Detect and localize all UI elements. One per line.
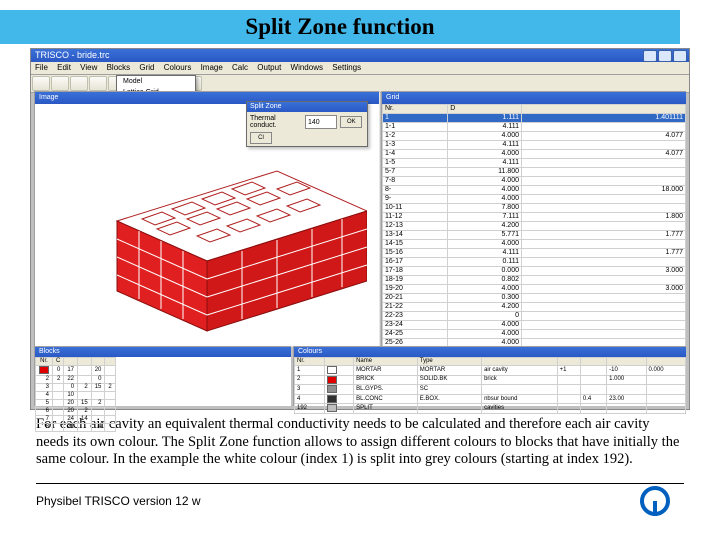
close-button[interactable] xyxy=(673,50,687,62)
app-window: TRISCO - bride.trc File Edit View Blocks… xyxy=(30,48,690,410)
grid-row[interactable]: 24-254.000 xyxy=(383,330,686,339)
col-d: D xyxy=(448,105,522,114)
col-nr: Nr. xyxy=(383,105,448,114)
toolbar-button[interactable] xyxy=(70,76,88,91)
grid-row[interactable]: 8-4.00018.000 xyxy=(383,186,686,195)
grid-row[interactable]: 22-230 xyxy=(383,312,686,321)
blocks-row[interactable]: 410 xyxy=(36,391,116,399)
colours-row[interactable]: 4 BL.CONCE.BOX.nbsur bound 0.423.00 xyxy=(295,394,686,404)
footer: Physibel TRISCO version 12 w xyxy=(36,486,684,516)
app-title: TRISCO - bride.trc xyxy=(35,50,110,60)
menu-calc[interactable]: Calc xyxy=(232,63,248,72)
grid-row[interactable]: 1-44.0004.077 xyxy=(383,150,686,159)
blocks-panel-title: Blocks xyxy=(35,347,291,357)
menu-windows[interactable]: Windows xyxy=(291,63,323,72)
blocks-row[interactable]: 302152 xyxy=(36,383,116,391)
menu-image[interactable]: Image xyxy=(201,63,223,72)
blocks-row[interactable]: 6202 xyxy=(36,407,116,415)
toolbar-button[interactable] xyxy=(51,76,69,91)
window-controls xyxy=(643,50,687,62)
menu-settings[interactable]: Settings xyxy=(332,63,361,72)
physibel-logo-icon xyxy=(640,486,670,516)
grid-row[interactable]: 12-134.200 xyxy=(383,222,686,231)
thermal-conductivity-field[interactable] xyxy=(305,115,337,129)
menubar: File Edit View Blocks Grid Colours Image… xyxy=(31,62,689,75)
grid-row[interactable]: 15-164.1111.777 xyxy=(383,249,686,258)
footer-divider xyxy=(36,483,684,484)
grid-row[interactable]: 1-24.0004.077 xyxy=(383,132,686,141)
menu-edit[interactable]: Edit xyxy=(57,63,71,72)
colours-panel[interactable]: Colours Nr. Name Type 1 MORTARMORTARair … xyxy=(293,346,686,406)
blocks-table[interactable]: Nr. C 0172022220302152410520152620272414… xyxy=(35,357,116,432)
colours-panel-title: Colours xyxy=(294,347,686,357)
grid-row[interactable]: 10-117.800 xyxy=(383,204,686,213)
grid-row[interactable]: 1-54.111 xyxy=(383,159,686,168)
menu-file[interactable]: File xyxy=(35,63,48,72)
blocks-row[interactable]: 72414 xyxy=(36,415,116,423)
grid-row[interactable]: 11-127.1111.800 xyxy=(383,213,686,222)
toolbar-button[interactable] xyxy=(89,76,107,91)
grid-row[interactable]: 21-224.200 xyxy=(383,303,686,312)
menu-item[interactable]: Model xyxy=(117,76,195,87)
blocks-row[interactable]: 22220 xyxy=(36,375,116,383)
menu-output[interactable]: Output xyxy=(257,63,281,72)
colours-row[interactable]: 192 SPLITcavities xyxy=(295,404,686,414)
menu-colours[interactable]: Colours xyxy=(164,63,192,72)
grid-row[interactable]: 23-244.000 xyxy=(383,321,686,330)
blocks-row[interactable]: 01720 xyxy=(36,366,116,376)
dialog-label: Thermal conduct. xyxy=(250,115,302,129)
minimize-button[interactable] xyxy=(643,50,657,62)
colours-row[interactable]: 1 MORTARMORTARair cavity +1-100.000 xyxy=(295,366,686,376)
app-title-bar: TRISCO - bride.trc xyxy=(31,49,689,62)
cancel-button[interactable]: Cl xyxy=(250,132,272,144)
blocks-panel[interactable]: Blocks Nr. C 017202222030215241052015262… xyxy=(34,346,291,406)
colours-row[interactable]: 2 BRICKSOLID.BKbrick 1.000 xyxy=(295,375,686,385)
grid-table[interactable]: Nr. D 11.1111.4011111-14.1111-24.0004.07… xyxy=(382,104,686,366)
grid-row[interactable]: 9-4.000 xyxy=(383,195,686,204)
blocks-row[interactable]: 8214 xyxy=(36,423,116,431)
grid-row[interactable]: 14-154.000 xyxy=(383,240,686,249)
caption-text: For each air cavity an equivalent therma… xyxy=(36,416,684,469)
grid-panel-title: Grid xyxy=(382,92,686,104)
grid-row[interactable]: 13-145.7711.777 xyxy=(383,231,686,240)
slide-title: Split Zone function xyxy=(0,10,680,44)
grid-row[interactable]: 20-210.300 xyxy=(383,294,686,303)
grid-row[interactable]: 1-14.111 xyxy=(383,123,686,132)
grid-row[interactable]: 1-34.111 xyxy=(383,141,686,150)
grid-row[interactable]: 19-204.0003.000 xyxy=(383,285,686,294)
toolbar-button[interactable] xyxy=(32,76,50,91)
grid-row[interactable]: 5-711.800 xyxy=(383,168,686,177)
colours-table[interactable]: Nr. Name Type 1 MORTARMORTARair cavity +… xyxy=(294,357,686,414)
blocks-row[interactable]: 520152 xyxy=(36,399,116,407)
menu-blocks[interactable]: Blocks xyxy=(107,63,131,72)
split-zone-dialog: Split Zone Thermal conduct. OK Cl xyxy=(246,101,368,147)
grid-panel[interactable]: Grid Nr. D 11.1111.4011111-14.1111-24.00… xyxy=(381,91,686,346)
grid-row[interactable]: 17-180.0003.000 xyxy=(383,267,686,276)
maximize-button[interactable] xyxy=(658,50,672,62)
colours-row[interactable]: 3 BL.GYPS.SC xyxy=(295,385,686,395)
menu-grid[interactable]: Grid xyxy=(139,63,154,72)
grid-row[interactable]: 11.1111.401111 xyxy=(383,114,686,123)
col-extra xyxy=(522,105,686,114)
footer-text: Physibel TRISCO version 12 w xyxy=(36,494,201,508)
grid-row[interactable]: 16-170.111 xyxy=(383,258,686,267)
menu-view[interactable]: View xyxy=(80,63,97,72)
grid-row[interactable]: 18-190.802 xyxy=(383,276,686,285)
dialog-title: Split Zone xyxy=(247,102,367,112)
ok-button[interactable]: OK xyxy=(340,116,362,128)
grid-row[interactable]: 7-84.000 xyxy=(383,177,686,186)
